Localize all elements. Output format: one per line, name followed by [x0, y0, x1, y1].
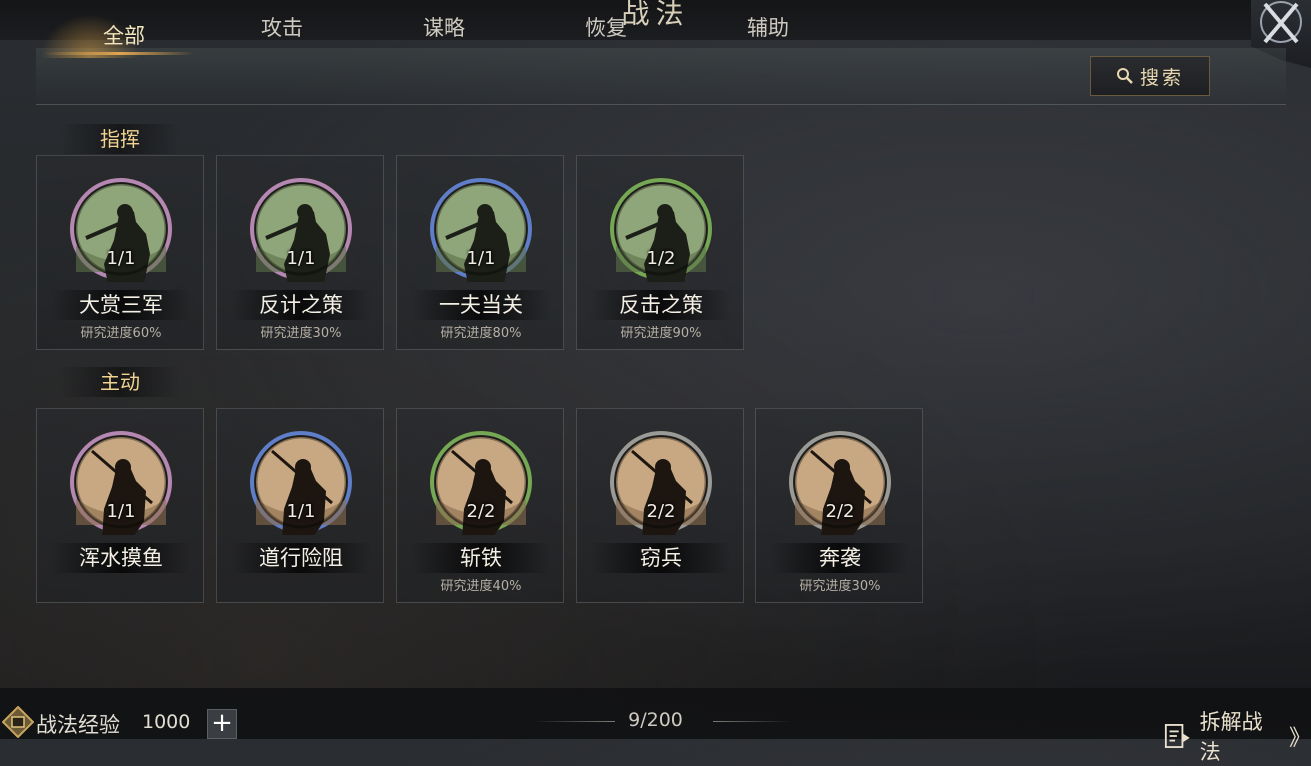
research-progress: 研究进度40% — [440, 579, 522, 594]
tactic-count: 2/2 — [466, 501, 496, 522]
search-icon — [1116, 68, 1133, 84]
dismantle-icon — [1164, 724, 1190, 748]
tactic-card[interactable]: 1/1 道行险阻 — [216, 408, 384, 603]
tab-all[interactable]: 全部 — [64, 20, 184, 50]
tactic-count: 1/1 — [286, 248, 316, 269]
research-progress: 研究进度80% — [440, 326, 522, 341]
chevron-right-icon: 》 — [1288, 726, 1311, 751]
tactic-card[interactable]: 2/2 奔袭研究进度30% — [755, 408, 923, 603]
tactics-count: 9/200 — [628, 709, 683, 731]
tactic-card[interactable]: 1/1 大赏三军研究进度60% — [36, 155, 204, 350]
tactic-card[interactable]: 1/1 浑水摸鱼 — [36, 408, 204, 603]
search-button[interactable]: 搜索 — [1090, 56, 1210, 96]
active-tab-underline — [44, 52, 194, 55]
tactic-count: 2/2 — [825, 501, 855, 522]
tactic-name: 窃兵 — [640, 546, 682, 570]
tactic-name: 一夫当关 — [439, 293, 523, 317]
research-progress: 研究进度60% — [80, 326, 162, 341]
tactic-name: 斩铁 — [460, 546, 502, 570]
search-label: 搜索 — [1139, 66, 1184, 89]
research-progress: 研究进度90% — [620, 326, 702, 341]
tactic-count: 1/1 — [466, 248, 496, 269]
dismantle-tactics-button[interactable]: 拆解战法 》 — [1164, 706, 1311, 766]
tactic-name: 大赏三军 — [79, 293, 163, 317]
section-label: 主动 — [60, 367, 180, 397]
tactic-card[interactable]: 2/2 斩铁研究进度40% — [396, 408, 564, 603]
tactic-name: 反计之策 — [259, 293, 343, 317]
tactic-count: 2/2 — [646, 501, 676, 522]
tactic-name: 道行险阻 — [259, 546, 343, 570]
tab-support[interactable]: 辅助 — [708, 12, 828, 42]
tactic-card[interactable]: 1/1 一夫当关研究进度80% — [396, 155, 564, 350]
research-progress: 研究进度30% — [799, 579, 881, 594]
divider-right — [713, 721, 791, 722]
tactic-name: 浑水摸鱼 — [79, 546, 163, 570]
tactic-count: 1/2 — [646, 248, 676, 269]
tab-recovery[interactable]: 恢复 — [546, 12, 666, 42]
tactic-card[interactable]: 1/1 反计之策研究进度30% — [216, 155, 384, 350]
tab-strategy[interactable]: 谋略 — [384, 12, 504, 42]
section-label: 指挥 — [60, 124, 180, 154]
tactic-count: 1/1 — [106, 248, 136, 269]
dismantle-label: 拆解战法 — [1199, 710, 1263, 764]
tactic-card[interactable]: 2/2 窃兵 — [576, 408, 744, 603]
tactic-name: 奔袭 — [819, 546, 861, 570]
tab-attack[interactable]: 攻击 — [222, 12, 342, 42]
tactic-count: 1/1 — [286, 501, 316, 522]
tactic-card[interactable]: 1/2 反击之策研究进度90% — [576, 155, 744, 350]
tactic-count: 1/1 — [106, 501, 136, 522]
tactic-name: 反击之策 — [619, 293, 703, 317]
research-progress: 研究进度30% — [260, 326, 342, 341]
